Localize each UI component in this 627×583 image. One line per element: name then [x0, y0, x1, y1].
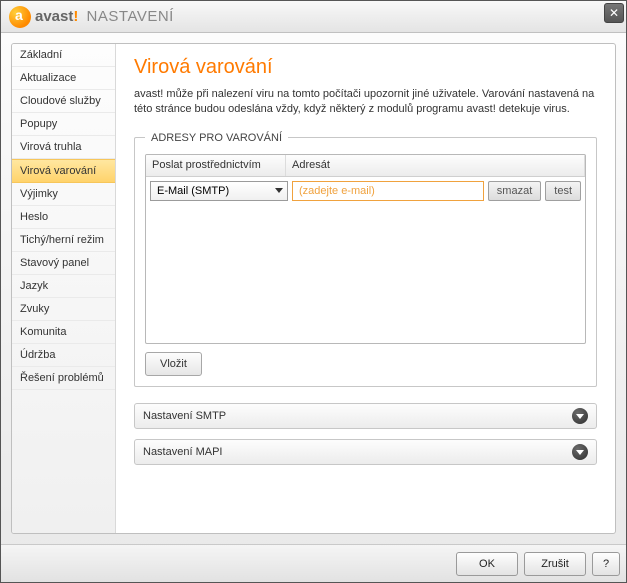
- brand-name: avast: [35, 8, 73, 25]
- titlebar: avast! NASTAVENÍ ✕: [1, 1, 626, 33]
- sidebar-item-10[interactable]: Jazyk: [12, 275, 115, 298]
- sidebar-item-0[interactable]: Základní: [12, 44, 115, 67]
- footer: OK Zrušit ?: [1, 544, 626, 582]
- sidebar-item-4[interactable]: Virová truhla: [12, 136, 115, 159]
- avast-logo-icon: [9, 6, 31, 28]
- window-body: ZákladníAktualizaceCloudové službyPopupy…: [1, 33, 626, 544]
- recipient-placeholder: (zadejte e-mail): [299, 185, 375, 197]
- page-title: Virová varování: [134, 56, 597, 79]
- sidebar-item-14[interactable]: Řešení problémů: [12, 367, 115, 390]
- close-button[interactable]: ✕: [604, 3, 624, 23]
- insert-button[interactable]: Vložit: [145, 352, 202, 376]
- mapi-expander[interactable]: Nastavení MAPI: [134, 439, 597, 465]
- method-select[interactable]: E-Mail (SMTP): [150, 181, 288, 201]
- sidebar-item-3[interactable]: Popupy: [12, 113, 115, 136]
- sidebar-item-8[interactable]: Tichý/herní režim: [12, 229, 115, 252]
- col-recipient: Adresát: [286, 155, 585, 176]
- recipient-input[interactable]: (zadejte e-mail): [292, 181, 484, 201]
- ok-button[interactable]: OK: [456, 552, 518, 576]
- col-method: Poslat prostřednictvím: [146, 155, 286, 176]
- chevron-down-icon: [275, 188, 283, 193]
- title-section: NASTAVENÍ: [87, 8, 174, 25]
- brand-excl: !: [73, 8, 78, 25]
- mapi-expander-label: Nastavení MAPI: [143, 446, 222, 458]
- method-select-value: E-Mail (SMTP): [157, 185, 229, 197]
- sidebar-item-13[interactable]: Údržba: [12, 344, 115, 367]
- chevron-down-icon: [572, 408, 588, 424]
- cancel-button[interactable]: Zrušit: [524, 552, 586, 576]
- sidebar: ZákladníAktualizaceCloudové službyPopupy…: [12, 44, 116, 533]
- sidebar-item-2[interactable]: Cloudové služby: [12, 90, 115, 113]
- help-button[interactable]: ?: [592, 552, 620, 576]
- smtp-expander-label: Nastavení SMTP: [143, 410, 226, 422]
- sidebar-item-7[interactable]: Heslo: [12, 206, 115, 229]
- sidebar-item-1[interactable]: Aktualizace: [12, 67, 115, 90]
- page-description: avast! může při nalezení viru na tomto p…: [134, 87, 597, 118]
- test-button[interactable]: test: [545, 181, 581, 201]
- chevron-down-icon: [572, 444, 588, 460]
- settings-window: avast! NASTAVENÍ ✕ ZákladníAktualizaceCl…: [0, 0, 627, 583]
- title-text: avast! NASTAVENÍ: [35, 8, 174, 25]
- sidebar-item-5[interactable]: Virová varování: [12, 159, 115, 183]
- sidebar-item-9[interactable]: Stavový panel: [12, 252, 115, 275]
- table-header: Poslat prostřednictvím Adresát: [146, 155, 585, 177]
- inner-panel: ZákladníAktualizaceCloudové službyPopupy…: [11, 43, 616, 534]
- content-area: Virová varování avast! může při nalezení…: [116, 44, 615, 533]
- addresses-table: Poslat prostřednictvím Adresát E-Mail (S…: [145, 154, 586, 344]
- alert-addresses-group: ADRESY PRO VAROVÁNÍ Poslat prostřednictv…: [134, 132, 597, 387]
- table-row: E-Mail (SMTP) (zadejte e-mail) smazat te…: [146, 177, 585, 205]
- group-legend: ADRESY PRO VAROVÁNÍ: [145, 132, 288, 144]
- sidebar-item-6[interactable]: Výjimky: [12, 183, 115, 206]
- sidebar-item-12[interactable]: Komunita: [12, 321, 115, 344]
- delete-button[interactable]: smazat: [488, 181, 541, 201]
- sidebar-item-11[interactable]: Zvuky: [12, 298, 115, 321]
- smtp-expander[interactable]: Nastavení SMTP: [134, 403, 597, 429]
